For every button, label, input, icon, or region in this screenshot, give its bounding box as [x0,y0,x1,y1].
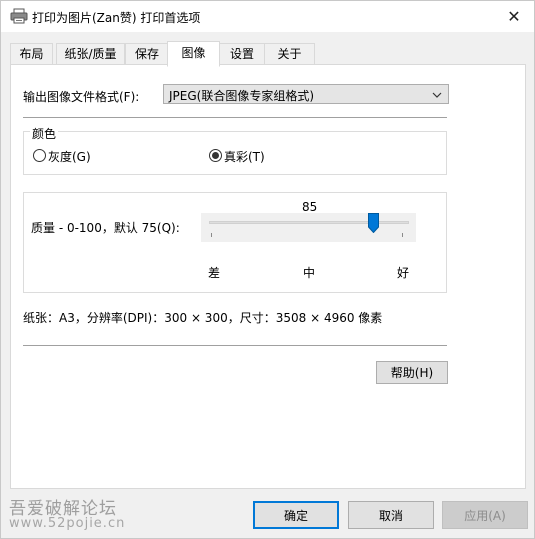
quality-slider[interactable] [201,213,416,242]
window-title: 打印为图片(Zan赞) 打印首选项 [32,11,201,25]
tab-paper-quality[interactable]: 纸张/质量 [56,43,125,64]
grayscale-radio[interactable] [33,149,46,162]
close-icon: ✕ [507,7,521,26]
tab-bar: 布局 纸张/质量 保存 图像 设置 关于 [1,41,534,67]
apply-button[interactable]: 应用(A) [442,501,528,529]
truecolor-label[interactable]: 真彩(T) [224,148,265,165]
quality-low-label: 差 [208,266,221,280]
quality-label: 质量 - 0-100，默认 75(Q): [31,221,180,235]
format-select[interactable]: JPEG(联合图像专家组格式) [163,84,449,104]
tab-settings[interactable]: 设置 [218,43,266,64]
slider-tick [211,233,212,237]
quality-mid-label: 中 [303,266,316,280]
divider [23,117,447,118]
paper-info-text: 纸张：A3，分辨率(DPI)：300 × 300，尺寸：3508 × 4960 … [23,311,383,325]
tab-about[interactable]: 关于 [264,43,315,64]
slider-thumb[interactable] [367,213,379,234]
color-group-title: 颜色 [30,125,59,142]
print-preferences-dialog: 打印为图片(Zan赞) 打印首选项 ✕ 布局 纸张/质量 保存 图像 设置 关于… [0,0,535,539]
cancel-button[interactable]: 取消 [348,501,434,529]
format-select-value: JPEG(联合图像专家组格式) [169,89,315,103]
format-label: 输出图像文件格式(F): [23,90,140,104]
radio-selected-dot [212,152,219,159]
quality-high-label: 好 [397,266,410,280]
tab-image[interactable]: 图像 [167,41,220,67]
chevron-down-icon [432,89,442,99]
close-button[interactable]: ✕ [494,1,534,32]
slider-track [209,221,409,224]
quality-groupbox [23,192,447,293]
divider [23,345,447,346]
watermark-url: www.52pojie.cn [9,516,126,531]
truecolor-radio[interactable] [209,149,222,162]
ok-button[interactable]: 确定 [253,501,339,529]
title-bar: 打印为图片(Zan赞) 打印首选项 ✕ [1,1,534,32]
slider-tick [402,233,403,237]
tab-save[interactable]: 保存 [125,43,169,64]
tab-layout[interactable]: 布局 [10,43,53,64]
quality-value: 85 [302,200,318,214]
grayscale-label[interactable]: 灰度(G) [48,148,91,165]
printer-icon [10,8,28,24]
help-button[interactable]: 帮助(H) [376,361,448,384]
